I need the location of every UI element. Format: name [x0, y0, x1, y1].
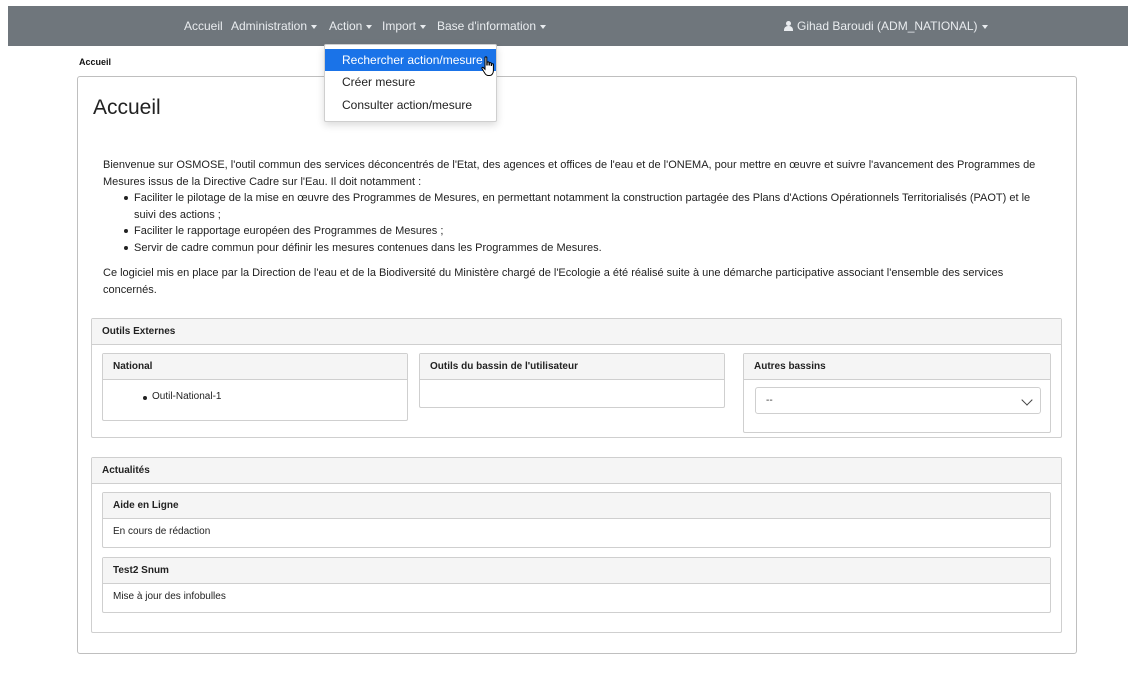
national-title: National [103, 354, 407, 380]
outils-externes-title: Outils Externes [92, 319, 1061, 345]
intro-paragraph-1: Bienvenue sur OSMOSE, l'outil commun des… [103, 159, 1036, 188]
outils-externes-panel: Outils Externes National Outil-National-… [91, 318, 1062, 438]
hand-pointer-icon [481, 56, 494, 76]
caret-down-icon [540, 24, 547, 29]
main-card: Accueil Bienvenue sur OSMOSE, l'outil co… [77, 76, 1077, 654]
intro-bullet: Faciliter le pilotage de la mise en œuvr… [124, 190, 1053, 223]
intro-paragraph-2: Ce logiciel mis en place par la Directio… [103, 267, 1004, 296]
page-title: Accueil [93, 96, 161, 119]
select-value: -- [766, 395, 773, 406]
nav-user-label: Gihad Baroudi (ADM_NATIONAL) [797, 19, 978, 33]
caret-down-icon [366, 24, 373, 29]
nav-base-information-label: Base d'information [437, 19, 537, 33]
national-panel: National Outil-National-1 [102, 353, 408, 421]
actualites-panel: Actualités Aide en Ligne En cours de réd… [91, 457, 1062, 633]
menu-item-rechercher[interactable]: Rechercher action/mesure [325, 49, 496, 71]
autres-bassins-panel: Autres bassins -- [743, 353, 1051, 433]
bassin-utilisateur-title: Outils du bassin de l'utilisateur [420, 354, 724, 380]
caret-down-icon [981, 24, 988, 29]
nav-home[interactable]: Accueil [184, 6, 223, 46]
top-navbar: Accueil Administration Action Import Bas… [8, 6, 1128, 46]
intro-text: Bienvenue sur OSMOSE, l'outil commun des… [103, 157, 1053, 298]
autres-bassins-select[interactable]: -- [755, 387, 1041, 414]
nav-action[interactable]: Action [329, 6, 373, 46]
chevron-down-icon [1021, 394, 1033, 406]
nav-administration-label: Administration [231, 19, 308, 33]
news-item-title: Aide en Ligne [103, 493, 1050, 519]
nav-administration[interactable]: Administration [231, 6, 318, 46]
menu-item-consulter[interactable]: Consulter action/mesure [325, 94, 496, 116]
menu-item-creer-mesure[interactable]: Créer mesure [325, 71, 496, 93]
intro-bullet: Faciliter le rapportage européen des Pro… [124, 223, 1053, 240]
nav-import-label: Import [382, 19, 417, 33]
caret-down-icon [420, 24, 427, 29]
breadcrumb[interactable]: Accueil [79, 57, 111, 67]
intro-bullet: Servir de cadre commun pour définir les … [124, 240, 1053, 257]
intro-bullet-list: Faciliter le pilotage de la mise en œuvr… [103, 190, 1053, 256]
nav-action-label: Action [329, 19, 363, 33]
nav-base-information[interactable]: Base d'information [437, 6, 547, 46]
nav-home-label: Accueil [184, 19, 223, 33]
news-item: Test2 Snum Mise à jour des infobulles [102, 557, 1051, 613]
news-item: Aide en Ligne En cours de rédaction [102, 492, 1051, 548]
action-dropdown-menu: Rechercher action/mesure Créer mesure Co… [324, 44, 497, 122]
outil-national-link[interactable]: Outil-National-1 [143, 391, 221, 402]
bassin-utilisateur-panel: Outils du bassin de l'utilisateur [419, 353, 725, 408]
news-item-body: Mise à jour des infobulles [113, 591, 226, 602]
caret-down-icon [311, 24, 318, 29]
news-item-title: Test2 Snum [103, 558, 1050, 584]
autres-bassins-title: Autres bassins [744, 354, 1050, 380]
user-icon [784, 21, 793, 31]
news-item-body: En cours de rédaction [113, 526, 211, 537]
nav-user-menu[interactable]: Gihad Baroudi (ADM_NATIONAL) [784, 6, 988, 46]
nav-import[interactable]: Import [382, 6, 427, 46]
actualites-title: Actualités [92, 458, 1061, 484]
